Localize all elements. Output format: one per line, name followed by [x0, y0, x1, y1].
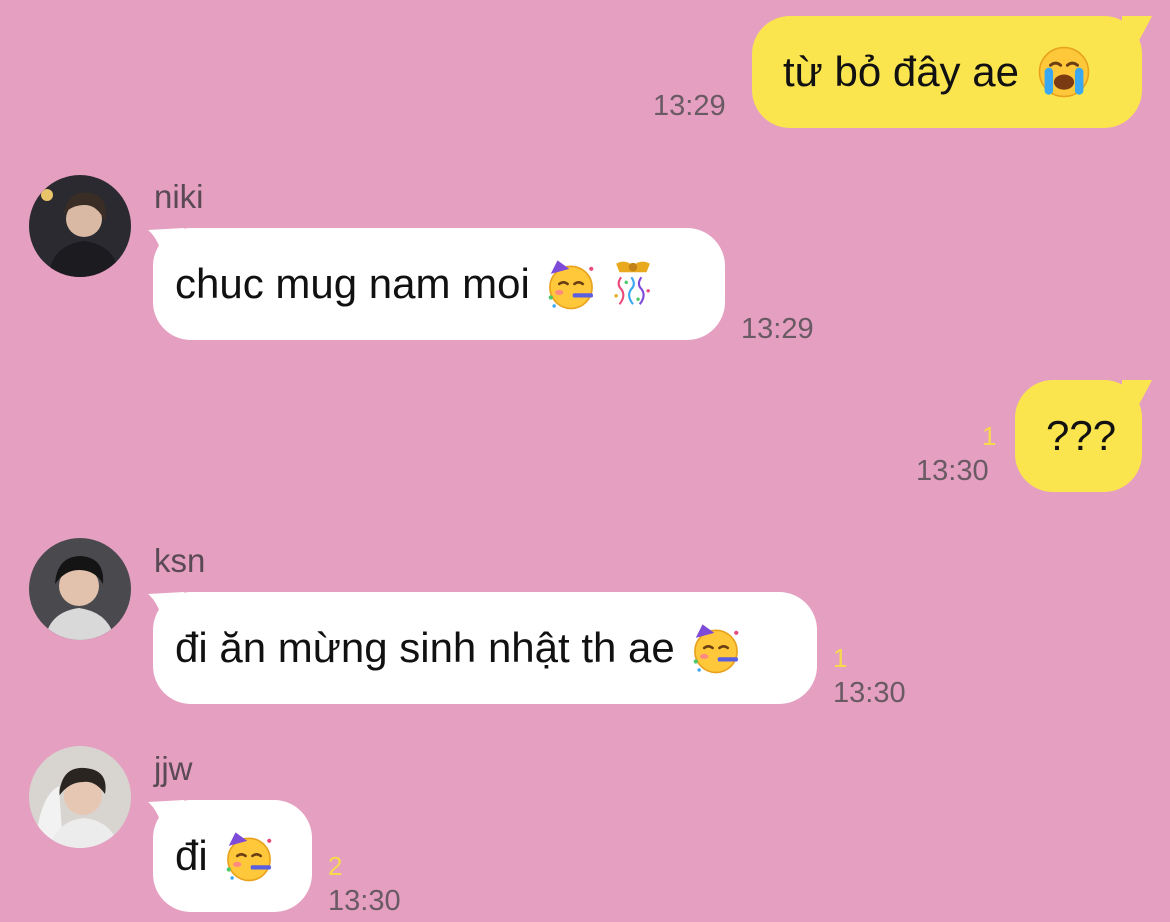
avatar-photo-icon — [29, 746, 131, 848]
avatar[interactable] — [29, 175, 131, 277]
sender-name: jjw — [154, 750, 193, 787]
message-timestamp: 13:30 — [328, 885, 401, 917]
message-timestamp: 13:30 — [833, 677, 906, 709]
message-timestamp: 13:29 — [653, 90, 726, 122]
message-bubble[interactable]: từ bỏ đây ae — [752, 16, 1142, 128]
avatar-photo-icon — [29, 175, 131, 277]
bubble-tail — [1122, 380, 1152, 410]
unread-count: 1 — [982, 421, 997, 451]
message-timestamp: 13:30 — [916, 455, 989, 487]
message-bubble[interactable]: đi — [153, 800, 312, 912]
message-timestamp: 13:29 — [741, 313, 814, 345]
partying-face-icon — [693, 624, 739, 674]
message-text: đi ăn mừng sinh nhật th ae — [175, 624, 675, 671]
bubble-tail — [1122, 16, 1152, 46]
message-text: ??? — [1046, 412, 1117, 459]
loudly-crying-face-icon — [1038, 46, 1090, 98]
avatar[interactable] — [29, 538, 131, 640]
avatar[interactable] — [29, 746, 131, 848]
partying-face-icon — [548, 260, 594, 310]
avatar-photo-icon — [29, 538, 131, 640]
message-bubble[interactable]: chuc mug nam moi — [153, 228, 725, 340]
sender-name: ksn — [154, 542, 206, 579]
message-text: chuc mug nam moi — [175, 260, 530, 307]
confetti-ball-icon — [614, 261, 650, 305]
unread-count: 1 — [833, 643, 848, 673]
unread-count: 2 — [328, 851, 343, 881]
message-text: đi — [175, 832, 208, 879]
message-bubble[interactable]: đi ăn mừng sinh nhật th ae — [153, 592, 817, 704]
message-text: từ bỏ đây ae — [783, 48, 1019, 95]
partying-face-icon — [226, 832, 272, 882]
sender-name: niki — [154, 178, 204, 215]
